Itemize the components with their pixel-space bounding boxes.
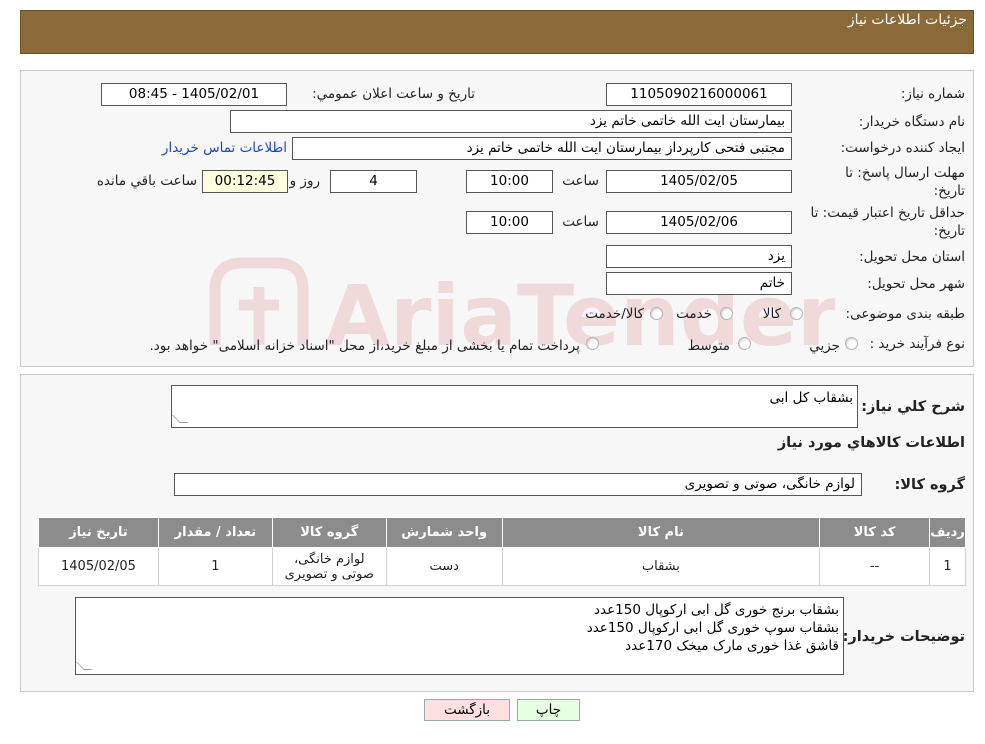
col-header-group: گروه كالا — [271, 517, 387, 548]
buyer-contact-link[interactable]: اطلاعات تماس خريدار — [162, 140, 287, 156]
buyer-org-field: بیمارستان ایت الله خاتمی خاتم یزد — [230, 110, 792, 133]
reply-deadline-label: مهلت ارسال پاسخ: تا — [845, 165, 965, 181]
process-treasury-note: پرداخت تمام يا بخشی از مبلغ خريد،از محل … — [149, 338, 580, 354]
goods-table-header-row: رديف كد كالا نام كالا واحد شمارش گروه كا… — [38, 517, 966, 548]
need-number-label: شماره نیاز: — [900, 86, 965, 102]
category-service-radio[interactable] — [720, 307, 733, 320]
reply-deadline-time-label: ساعت — [562, 173, 599, 189]
price-validity-time-field: 10:00 — [466, 211, 553, 234]
category-goods-radio[interactable] — [790, 307, 803, 320]
price-validity-label: حداقل تاريخ اعتبار قيمت: تا — [810, 205, 965, 221]
remaining-time-label: ساعت باقي مانده — [96, 173, 197, 189]
need-number-field: 1105090216000061 — [606, 83, 792, 106]
col-header-qty: تعداد / مقدار — [157, 517, 273, 548]
remaining-days-label: روز و — [289, 173, 320, 189]
cell-name: بشقاب — [501, 547, 821, 586]
buyer-notes-line-1: بشقاب برنج خوری گل ابی ارکوپال 150عدد — [594, 602, 839, 618]
cell-group: لوازم خانگی، صوتی و تصویری — [271, 547, 387, 586]
announce-datetime-field: 1405/02/01 - 08:45 — [101, 83, 287, 106]
category-goods-service-label: کالا/خدمت — [585, 306, 644, 322]
goods-group-field: لوازم خانگی، صوتی و تصویری — [174, 473, 862, 496]
remaining-time-field: 00:12:45 — [202, 170, 288, 193]
page-title: جزئیات اطلاعات نیاز — [847, 12, 967, 28]
process-minor-label: جزيي — [809, 338, 840, 354]
goods-info-title: اطلاعات كالاهاي مورد نياز — [777, 435, 965, 451]
description-label: شرح كلي نياز: — [861, 399, 965, 415]
cell-row-number: 1 — [929, 547, 966, 586]
col-header-name: نام كالا — [501, 517, 821, 548]
description-textarea[interactable]: بشقاب کل ابی — [171, 385, 858, 428]
cell-group-line-1: لوازم خانگی، — [293, 551, 365, 567]
process-medium-radio[interactable] — [738, 337, 751, 350]
reply-deadline-time-field: 10:00 — [466, 170, 553, 193]
requester-field: مجتبی فتحی کارپرداز بیمارستان ایت الله خ… — [292, 137, 792, 160]
resize-grip-icon[interactable] — [76, 662, 92, 670]
cell-unit: دست — [385, 547, 503, 586]
process-medium-label: متوسط — [687, 338, 730, 354]
buyer-notes-line-2: بشقاب سوپ خوری گل ابی ارکوپال 150عدد — [586, 620, 839, 636]
goods-group-label: گروه كالا: — [894, 477, 965, 493]
col-header-date: تاريخ نياز — [38, 517, 159, 548]
col-header-row-number: رديف — [929, 517, 966, 548]
buyer-notes-textarea[interactable]: بشقاب برنج خوری گل ابی ارکوپال 150عدد بش… — [75, 597, 844, 675]
buyer-notes-line-3: قاشق غذا خوری مارک میخک 170عدد — [625, 638, 839, 654]
print-button[interactable]: چاپ — [517, 699, 580, 721]
cell-date: 1405/02/05 — [38, 547, 159, 586]
price-validity-time-label: ساعت — [562, 214, 599, 230]
aria-tender-logo-icon — [209, 257, 309, 345]
category-service-label: خدمت — [676, 306, 712, 322]
buyer-notes-label: توضيحات خريدار: — [842, 629, 965, 645]
category-goods-label: کالا — [762, 306, 781, 322]
cell-code: -- — [819, 547, 931, 586]
city-field: خاتم — [606, 272, 792, 295]
city-label: شهر محل تحويل: — [867, 276, 965, 292]
cell-qty: 1 — [157, 547, 273, 586]
process-type-label: نوع فرآيند خريد : — [869, 336, 965, 352]
requester-label: ايجاد کننده درخواست: — [840, 140, 965, 156]
process-minor-radio[interactable] — [845, 337, 858, 350]
col-header-code: كد كالا — [819, 517, 931, 548]
remaining-days-field: 4 — [330, 170, 417, 193]
reply-deadline-date-field: 1405/02/05 — [606, 170, 792, 193]
process-treasury-checkbox[interactable] — [586, 337, 599, 350]
table-row: 1 -- بشقاب دست لوازم خانگی، صوتی و تصویر… — [38, 547, 966, 586]
goods-table: رديف كد كالا نام كالا واحد شمارش گروه كا… — [38, 517, 966, 586]
price-validity-date-field: 1405/02/06 — [606, 211, 792, 234]
buyer-org-label: نام دستگاه خريدار: — [858, 114, 965, 130]
cell-group-line-2: صوتی و تصویری — [284, 566, 374, 582]
price-validity-label-2: تاريخ: — [933, 223, 965, 239]
page-header — [20, 10, 974, 54]
province-field: یزد — [606, 245, 792, 268]
reply-deadline-label-2: تاریخ: — [933, 183, 965, 199]
back-button[interactable]: بازگشت — [424, 699, 510, 721]
announce-datetime-label: تاريخ و ساعت اعلان عمومي: — [312, 86, 475, 102]
province-label: استان محل تحويل: — [859, 249, 965, 265]
description-text: بشقاب کل ابی — [769, 390, 853, 406]
resize-grip-icon[interactable] — [172, 415, 188, 423]
category-label: طبقه بندی موضوعی: — [845, 306, 965, 322]
category-goods-service-radio[interactable] — [650, 307, 663, 320]
col-header-unit: واحد شمارش — [385, 517, 503, 548]
